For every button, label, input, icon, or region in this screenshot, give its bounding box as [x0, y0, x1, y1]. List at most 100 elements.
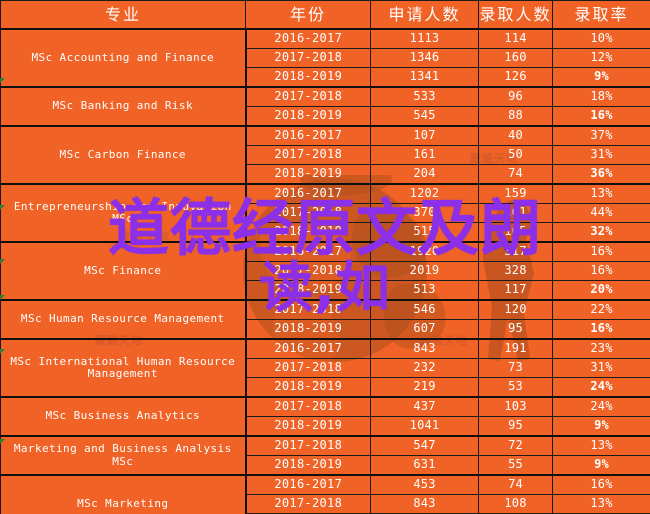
- major-cell: MSc Marketing: [0, 474, 247, 514]
- rate-cell: 20%: [552, 280, 650, 301]
- table-row: Entrepreneurship and Innovation MSc 2016-…: [0, 183, 650, 243]
- admitted-cell: 73: [478, 358, 553, 378]
- year-cell: 2018-2019: [245, 67, 371, 88]
- admitted-cell: 126: [478, 67, 553, 88]
- rate-cell: 16%: [552, 106, 650, 127]
- major-cell: MSc Human Resource Management: [0, 299, 247, 340]
- year-cell: 2017-2018: [245, 261, 371, 281]
- rate-cell: 37%: [552, 125, 650, 146]
- admitted-cell: 165: [478, 222, 553, 243]
- admitted-cell: 95: [478, 319, 553, 340]
- year-cell: 2018-2019: [245, 319, 371, 340]
- table-row: MSc Business Analytics 2017-2018 437 103 24%: [0, 396, 650, 437]
- admitted-cell: 95: [478, 416, 553, 437]
- rate-cell: 36%: [552, 164, 650, 185]
- admitted-cell: 117: [478, 280, 553, 301]
- column-header-applicants: 申请人数: [370, 0, 479, 30]
- rate-cell: 9%: [552, 416, 650, 437]
- admitted-cell: 317: [478, 241, 553, 262]
- year-cell: 2018-2019: [245, 377, 371, 398]
- applicants-cell: 1346: [370, 48, 479, 68]
- table-row: MSc Banking and Risk 2017-2018 533 96 18%: [0, 86, 650, 127]
- applicants-cell: 161: [370, 145, 479, 165]
- major-cell: Marketing and Business Analysis MSc: [0, 435, 247, 476]
- applicants-cell: 843: [370, 494, 479, 514]
- admitted-cell: 103: [478, 396, 553, 417]
- major-cell: MSc Banking and Risk: [0, 86, 247, 127]
- year-cell: 2016-2017: [245, 28, 371, 49]
- applicants-cell: 1113: [370, 28, 479, 49]
- applicants-cell: 547: [370, 435, 479, 456]
- applicants-cell: 545: [370, 106, 479, 127]
- table-row: Marketing and Business Analysis MSc 2017-…: [0, 435, 650, 476]
- admissions-table: 专业 年份 申请人数 录取人数 录取率 MSc Accounting and F…: [0, 0, 650, 514]
- major-cell: MSc Accounting and Finance: [0, 28, 247, 88]
- table-row: MSc Finance 2016-2017 1920 317 16%: [0, 241, 650, 301]
- rate-cell: 18%: [552, 86, 650, 107]
- applicants-cell: 607: [370, 319, 479, 340]
- rate-cell: 23%: [552, 338, 650, 359]
- rate-cell: 12%: [552, 48, 650, 68]
- year-cell: 2016-2017: [245, 474, 371, 495]
- rate-cell: 16%: [552, 319, 650, 340]
- year-cell: 2017-2018: [245, 494, 371, 514]
- rate-cell: 13%: [552, 494, 650, 514]
- rate-cell: 24%: [552, 377, 650, 398]
- rate-cell: 13%: [552, 435, 650, 456]
- year-cell: 2018-2019: [245, 222, 371, 243]
- admitted-cell: 74: [478, 474, 553, 495]
- admitted-cell: 88: [478, 106, 553, 127]
- applicants-cell: 1920: [370, 241, 479, 262]
- rate-cell: 16%: [552, 474, 650, 495]
- year-cell: 2017-2018: [245, 299, 371, 320]
- applicants-cell: 1202: [370, 183, 479, 204]
- rate-cell: 22%: [552, 299, 650, 320]
- rate-cell: 44%: [552, 203, 650, 223]
- admitted-cell: 53: [478, 377, 553, 398]
- table-body: MSc Accounting and Finance 2016-2017 1113 1…: [0, 28, 650, 514]
- admitted-cell: 328: [478, 261, 553, 281]
- year-cell: 2016-2017: [245, 125, 371, 146]
- rate-cell: 9%: [552, 455, 650, 476]
- applicants-cell: 533: [370, 86, 479, 107]
- screenshot-stage: 藏酷天地 藏酷天地 藏酷天地 藏酷天地 专业 年份 申请人数 录取人数 录取率 …: [0, 0, 650, 514]
- admitted-cell: 96: [478, 86, 553, 107]
- table-row: MSc Accounting and Finance 2016-2017 1113 1…: [0, 28, 650, 88]
- admitted-cell: 160: [478, 48, 553, 68]
- year-cell: 2018-2019: [245, 106, 371, 127]
- rate-cell: 16%: [552, 261, 650, 281]
- rate-cell: 24%: [552, 396, 650, 417]
- applicants-cell: 843: [370, 338, 479, 359]
- table-row: MSc Carbon Finance 2016-2017 107 40 37%: [0, 125, 650, 185]
- admitted-cell: 40: [478, 125, 553, 146]
- year-cell: 2018-2019: [245, 416, 371, 437]
- applicants-cell: 631: [370, 455, 479, 476]
- rate-cell: 32%: [552, 222, 650, 243]
- applicants-cell: 1341: [370, 67, 479, 88]
- applicants-cell: 2019: [370, 261, 479, 281]
- year-cell: 2017-2018: [245, 435, 371, 456]
- applicants-cell: 204: [370, 164, 479, 185]
- column-header-year: 年份: [245, 0, 371, 30]
- admitted-cell: 50: [478, 145, 553, 165]
- applicants-cell: 453: [370, 474, 479, 495]
- applicants-cell: 107: [370, 125, 479, 146]
- rate-cell: 9%: [552, 67, 650, 88]
- admitted-cell: 120: [478, 299, 553, 320]
- major-cell: MSc Finance: [0, 241, 247, 301]
- admitted-cell: 191: [478, 338, 553, 359]
- year-cell: 2016-2017: [245, 183, 371, 204]
- rate-cell: 31%: [552, 145, 650, 165]
- admitted-cell: 108: [478, 494, 553, 514]
- column-header-rate: 录取率: [552, 0, 650, 30]
- rate-cell: 31%: [552, 358, 650, 378]
- applicants-cell: 232: [370, 358, 479, 378]
- table-row: MSc International Human Resource Managem…: [0, 338, 650, 398]
- year-cell: 2018-2019: [245, 280, 371, 301]
- admitted-cell: 72: [478, 435, 553, 456]
- major-cell: MSc Carbon Finance: [0, 125, 247, 185]
- applicants-cell: 513: [370, 280, 479, 301]
- rate-cell: 16%: [552, 241, 650, 262]
- admitted-cell: 161: [478, 203, 553, 223]
- major-cell: MSc International Human Resource Managem…: [0, 338, 247, 398]
